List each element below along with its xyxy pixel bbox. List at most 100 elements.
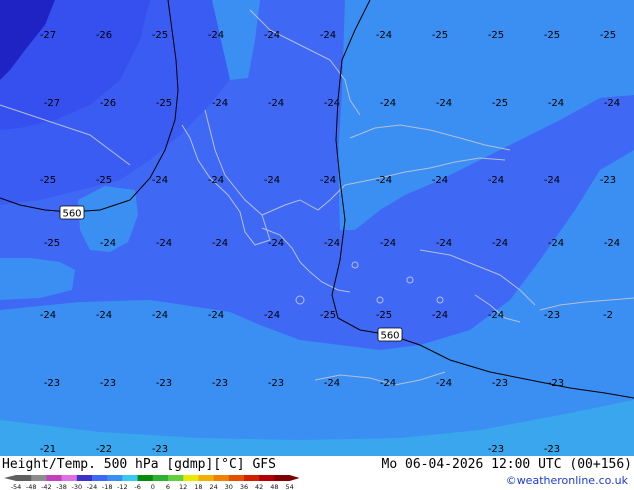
isoline-label: 560 [62, 209, 81, 220]
scale-segment [16, 475, 32, 481]
temperature-label: -24 [100, 238, 116, 249]
temperature-label: -24 [152, 310, 168, 321]
temperature-label: -25 [488, 30, 504, 41]
credit-link[interactable]: ©weatheronline.co.uk [506, 474, 628, 487]
scale-tick-label: 6 [166, 483, 170, 490]
temperature-label: -23 [212, 378, 228, 389]
scale-tick-label: 0 [151, 483, 155, 490]
temperature-label: -24 [604, 238, 620, 249]
temperature-label: -21 [40, 444, 56, 455]
temperature-label: -2 [603, 310, 613, 321]
temperature-label: -24 [432, 175, 448, 186]
scale-segment [107, 475, 123, 481]
scale-tick-label: -24 [87, 483, 98, 490]
temperature-label: -24 [544, 175, 560, 186]
temperature-label: -24 [156, 238, 172, 249]
scale-tick-label: 42 [255, 483, 263, 490]
temperature-label: -24 [324, 98, 340, 109]
temperature-label: -23 [600, 175, 616, 186]
scale-tick-label: -38 [56, 483, 67, 490]
temperature-label: -24 [380, 238, 396, 249]
temperature-label: -24 [320, 175, 336, 186]
temperature-label: -26 [96, 30, 112, 41]
temperature-label: -23 [544, 444, 560, 455]
temperature-label: -24 [488, 175, 504, 186]
temperature-label: -24 [264, 30, 280, 41]
scale-segment [137, 475, 154, 481]
scale-tick-label: 12 [179, 483, 187, 490]
temperature-label: -25 [96, 175, 112, 186]
color-scale-bar [4, 475, 300, 481]
temperature-label: -24 [264, 310, 280, 321]
scale-segment [244, 475, 260, 481]
scale-segment [168, 475, 184, 481]
temperature-label: -24 [436, 98, 452, 109]
scale-tick-label: -48 [26, 483, 37, 490]
scale-segment [259, 475, 275, 481]
temperature-label: -22 [96, 444, 112, 455]
color-scale-labels: -54 -48 -42 -38 -30 -24 -18 -12 -6 0 6 12 18 24 30 36 42… [11, 483, 294, 490]
temperature-label: -24 [320, 30, 336, 41]
scale-tick-label: -12 [117, 483, 128, 490]
temperature-label: -24 [492, 238, 508, 249]
temperature-label: -24 [548, 98, 564, 109]
color-scale: -54 -48 -42 -38 -30 -24 -18 -12 -6 0 6 12 18 24 30 36 42… [4, 475, 300, 490]
temperature-label: -23 [156, 378, 172, 389]
temperature-label: -24 [212, 238, 228, 249]
scale-arrow-right [289, 475, 300, 481]
temperature-label: -24 [268, 98, 284, 109]
scale-segment [183, 475, 199, 481]
temperature-label: -24 [152, 175, 168, 186]
temperature-label: -24 [208, 30, 224, 41]
temperature-label: -24 [96, 310, 112, 321]
temperature-label: -23 [492, 378, 508, 389]
temperature-label: -24 [212, 98, 228, 109]
temperature-label: -24 [604, 98, 620, 109]
temperature-label: -25 [376, 310, 392, 321]
temperature-label: -24 [268, 238, 284, 249]
temperature-label: -24 [208, 310, 224, 321]
scale-tick-label: 24 [209, 483, 217, 490]
scale-segment [228, 475, 245, 481]
temperature-label: -24 [264, 175, 280, 186]
temperature-label: -24 [380, 98, 396, 109]
weather-map: 560 560 -27 -26 -25 -24 -24 -24 -24 -25 -25 -25 -25… [0, 0, 634, 456]
scale-tick-label: 36 [240, 483, 248, 490]
scale-tick-label: -18 [102, 483, 113, 490]
temperature-label: -23 [548, 378, 564, 389]
temperature-label: -24 [324, 238, 340, 249]
scale-segment [198, 475, 214, 481]
temperature-label: -24 [432, 310, 448, 321]
scale-segment [31, 475, 47, 481]
temperature-label: -23 [268, 378, 284, 389]
scale-segment [92, 475, 108, 481]
temperature-label: -25 [152, 30, 168, 41]
temperature-label: -24 [324, 378, 340, 389]
temperature-label: -24 [40, 310, 56, 321]
temperature-label: -25 [156, 98, 172, 109]
scale-tick-label: 48 [270, 483, 278, 490]
temperature-label: -27 [44, 98, 60, 109]
temperature-label: -24 [436, 238, 452, 249]
isoline-label: 560 [380, 331, 399, 342]
temperature-label: -25 [40, 175, 56, 186]
scale-tick-label: -6 [134, 483, 140, 490]
temperature-label: -25 [600, 30, 616, 41]
temperature-label: -25 [544, 30, 560, 41]
scale-tick-label: -42 [41, 483, 52, 490]
scale-segment [122, 475, 138, 481]
scale-segment [274, 475, 290, 481]
temperature-label: -23 [100, 378, 116, 389]
scale-segment [61, 475, 78, 481]
temperature-label: -25 [320, 310, 336, 321]
temperature-label: -24 [376, 175, 392, 186]
scale-segment [76, 475, 93, 481]
temperature-label: -24 [376, 30, 392, 41]
map-title: Height/Temp. 500 hPa [gdmp][°C] GFS [2, 457, 276, 472]
scale-tick-label: -30 [71, 483, 82, 490]
temperature-label: -24 [488, 310, 504, 321]
temperature-label: -23 [544, 310, 560, 321]
valid-time: Mo 06-04-2026 12:00 UTC (00+156) [381, 457, 632, 472]
scale-arrow-left [4, 475, 16, 481]
scale-segment [46, 475, 62, 481]
